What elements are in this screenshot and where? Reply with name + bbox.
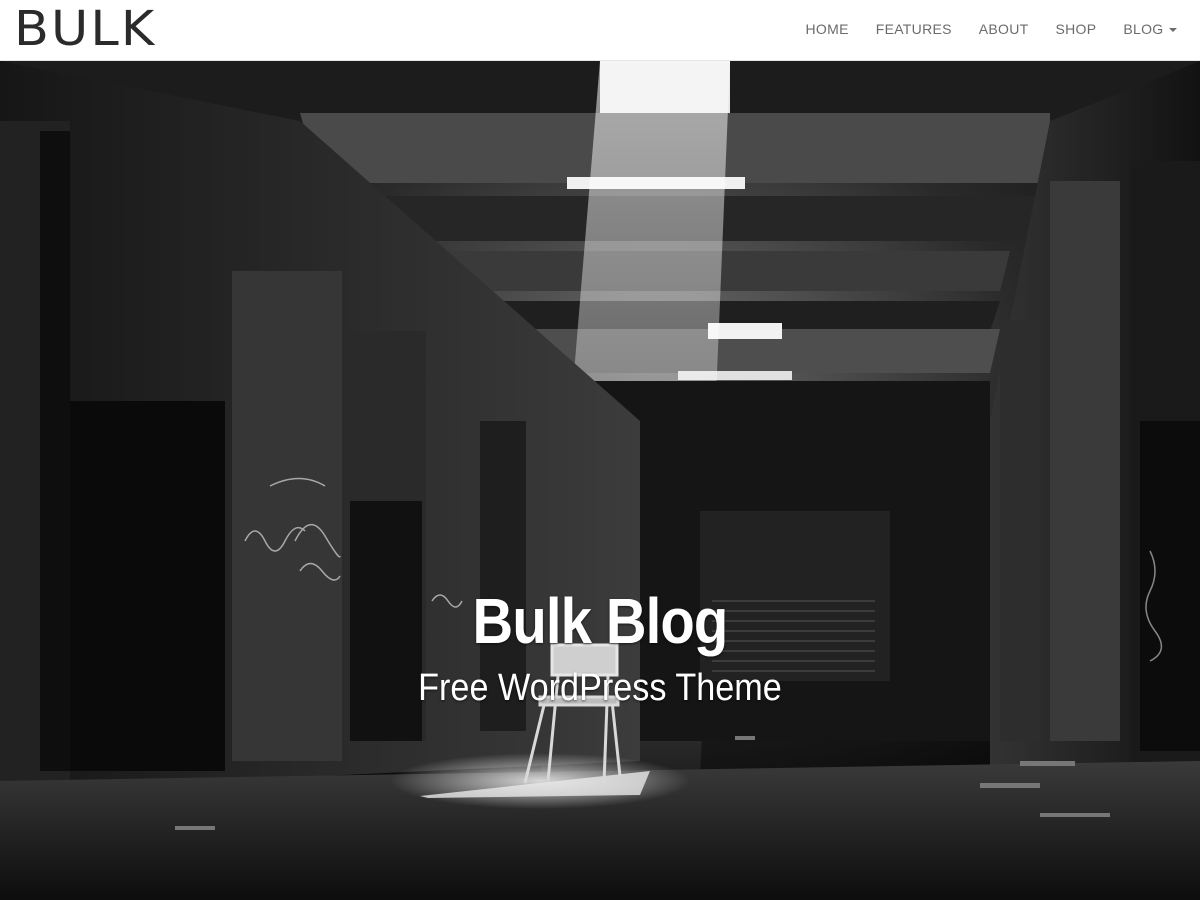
nav-link-shop[interactable]: SHOP <box>1042 0 1110 58</box>
nav-link-home[interactable]: HOME <box>792 0 862 58</box>
site-logo[interactable]: BULK <box>14 3 156 55</box>
site-header: BULK HOME FEATURES ABOUT SHOP BLOG <box>0 0 1200 61</box>
nav-link-blog[interactable]: BLOG <box>1110 0 1190 58</box>
menu-item-shop: SHOP <box>1042 0 1110 58</box>
hero-background-image <box>0 61 1200 900</box>
menu-item-blog: BLOG <box>1110 0 1190 58</box>
main-menu: HOME FEATURES ABOUT SHOP BLOG <box>792 0 1190 58</box>
hero-title: Bulk Blog <box>472 585 729 657</box>
menu-item-about: ABOUT <box>965 0 1042 58</box>
nav-link-about[interactable]: ABOUT <box>965 0 1042 58</box>
menu-item-home: HOME <box>792 0 862 58</box>
hero-banner: Bulk Blog Free WordPress Theme <box>0 61 1200 900</box>
caret-down-icon <box>1168 28 1177 32</box>
menu-item-features: FEATURES <box>862 0 965 58</box>
nav-link-blog-label: BLOG <box>1123 21 1164 37</box>
nav-link-features[interactable]: FEATURES <box>862 0 965 58</box>
hero-subtitle: Free WordPress Theme <box>418 667 782 709</box>
